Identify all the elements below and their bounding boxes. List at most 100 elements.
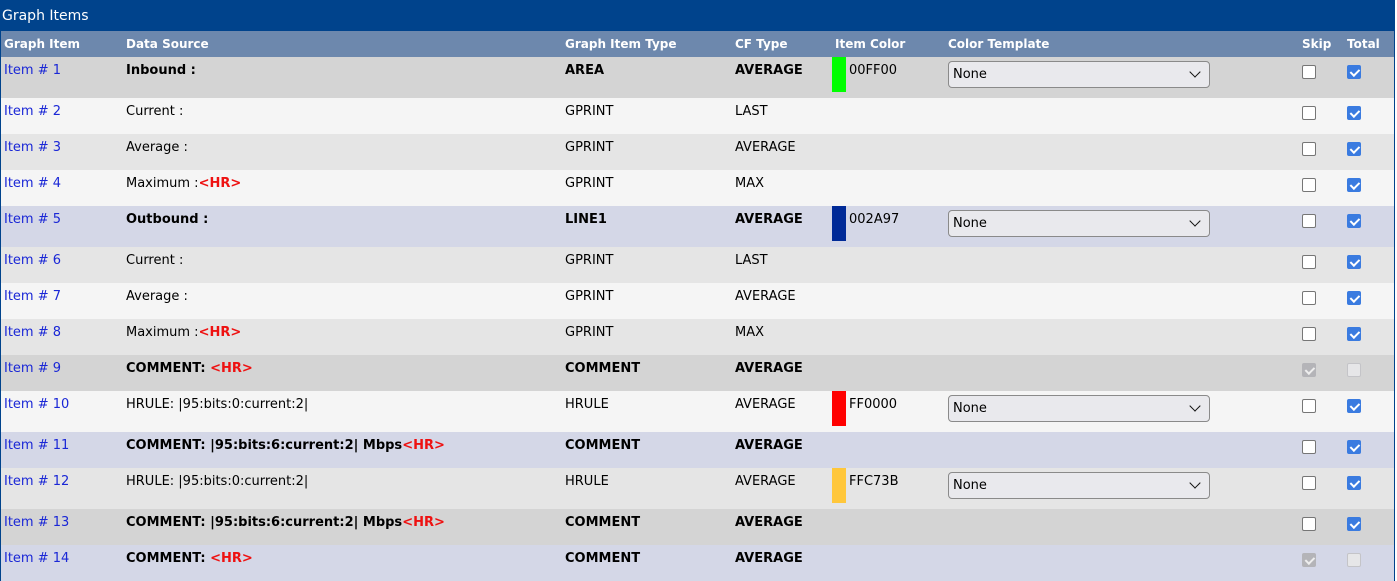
data-source-text: Outbound : xyxy=(126,212,209,227)
graph-item-type: GPRINT xyxy=(562,247,732,283)
total-cell xyxy=(1344,98,1394,134)
total-checkbox[interactable] xyxy=(1347,327,1361,341)
data-source-text: COMMENT: xyxy=(126,361,211,376)
graph-item-link[interactable]: Item # 12 xyxy=(4,474,69,489)
graph-item-row: Item # 12 HRULE: |95:bits:0:current:2| H… xyxy=(1,468,1394,509)
color-template-select[interactable]: None xyxy=(948,395,1210,422)
color-template-cell xyxy=(945,545,1299,581)
data-source-cell: COMMENT: <HR> xyxy=(123,545,562,581)
color-swatch xyxy=(832,391,846,426)
total-checkbox[interactable] xyxy=(1347,214,1361,228)
color-template-select[interactable]: None xyxy=(948,61,1210,88)
col-header-graph-item[interactable]: Graph Item xyxy=(1,31,123,57)
skip-checkbox[interactable] xyxy=(1302,255,1316,269)
hr-tag: <HR> xyxy=(210,551,253,566)
color-swatch xyxy=(832,468,846,503)
graph-item-link[interactable]: Item # 4 xyxy=(4,176,61,191)
graph-item-type: COMMENT xyxy=(562,509,732,545)
skip-cell xyxy=(1299,545,1344,581)
graph-item-type: GPRINT xyxy=(562,170,732,206)
skip-checkbox[interactable] xyxy=(1302,142,1316,156)
skip-checkbox[interactable] xyxy=(1302,517,1316,531)
graph-item-link[interactable]: Item # 11 xyxy=(4,438,69,453)
skip-checkbox[interactable] xyxy=(1302,399,1316,413)
total-checkbox[interactable] xyxy=(1347,476,1361,490)
graph-item-row: Item # 13 COMMENT: |95:bits:6:current:2|… xyxy=(1,509,1394,545)
chevron-down-icon xyxy=(1189,215,1201,227)
color-swatch xyxy=(832,57,846,92)
skip-cell xyxy=(1299,134,1344,170)
color-template-cell xyxy=(945,355,1299,391)
graph-items-panel: Graph Items Graph Item Data Source Graph… xyxy=(0,0,1395,581)
skip-checkbox[interactable] xyxy=(1302,327,1316,341)
col-header-cf-type[interactable]: CF Type xyxy=(732,31,832,57)
skip-checkbox[interactable] xyxy=(1302,291,1316,305)
cf-type: AVERAGE xyxy=(732,509,832,545)
item-color-cell: FF0000 xyxy=(832,391,945,432)
graph-item-row: Item # 11 COMMENT: |95:bits:6:current:2|… xyxy=(1,432,1394,468)
data-source-text: Average : xyxy=(126,289,188,304)
item-color-cell xyxy=(832,509,945,545)
total-checkbox[interactable] xyxy=(1347,255,1361,269)
skip-checkbox[interactable] xyxy=(1302,214,1316,228)
skip-checkbox[interactable] xyxy=(1302,476,1316,490)
total-checkbox[interactable] xyxy=(1347,440,1361,454)
graph-item-cell: Item # 5 xyxy=(1,206,123,247)
skip-checkbox[interactable] xyxy=(1302,65,1316,79)
total-checkbox[interactable] xyxy=(1347,517,1361,531)
graph-item-link[interactable]: Item # 14 xyxy=(4,551,69,566)
cf-type: AVERAGE xyxy=(732,391,832,432)
graph-item-type: AREA xyxy=(562,57,732,98)
cf-type: AVERAGE xyxy=(732,283,832,319)
color-template-cell: None xyxy=(945,391,1299,432)
skip-checkbox[interactable] xyxy=(1302,106,1316,120)
graph-item-row: Item # 14 COMMENT: <HR> COMMENT AVERAGE xyxy=(1,545,1394,581)
graph-item-link[interactable]: Item # 5 xyxy=(4,212,61,227)
col-header-data-source[interactable]: Data Source xyxy=(123,31,562,57)
color-template-cell xyxy=(945,509,1299,545)
graph-item-link[interactable]: Item # 10 xyxy=(4,397,69,412)
item-color-cell xyxy=(832,319,945,355)
cf-type: AVERAGE xyxy=(732,206,832,247)
total-checkbox[interactable] xyxy=(1347,291,1361,305)
col-header-total[interactable]: Total xyxy=(1344,31,1394,57)
skip-cell xyxy=(1299,206,1344,247)
graph-item-link[interactable]: Item # 1 xyxy=(4,63,61,78)
graph-item-link[interactable]: Item # 2 xyxy=(4,104,61,119)
skip-checkbox xyxy=(1302,553,1316,567)
total-checkbox[interactable] xyxy=(1347,399,1361,413)
color-template-select[interactable]: None xyxy=(948,472,1210,499)
total-cell xyxy=(1344,432,1394,468)
skip-checkbox[interactable] xyxy=(1302,440,1316,454)
graph-item-link[interactable]: Item # 7 xyxy=(4,289,61,304)
graph-item-link[interactable]: Item # 13 xyxy=(4,515,69,530)
total-checkbox[interactable] xyxy=(1347,178,1361,192)
hr-tag: <HR> xyxy=(402,438,445,453)
col-header-graph-item-type[interactable]: Graph Item Type xyxy=(562,31,732,57)
data-source-cell: HRULE: |95:bits:0:current:2| xyxy=(123,391,562,432)
item-color-cell: 002A97 xyxy=(832,206,945,247)
graph-item-link[interactable]: Item # 8 xyxy=(4,325,61,340)
total-checkbox[interactable] xyxy=(1347,142,1361,156)
total-cell xyxy=(1344,509,1394,545)
color-template-select[interactable]: None xyxy=(948,210,1210,237)
data-source-text: Current : xyxy=(126,104,184,119)
col-header-color-template[interactable]: Color Template xyxy=(945,31,1299,57)
graph-item-link[interactable]: Item # 3 xyxy=(4,140,61,155)
col-header-skip[interactable]: Skip xyxy=(1299,31,1344,57)
data-source-cell: COMMENT: |95:bits:6:current:2| Mbps<HR> xyxy=(123,432,562,468)
total-checkbox[interactable] xyxy=(1347,106,1361,120)
skip-checkbox[interactable] xyxy=(1302,178,1316,192)
graph-item-cell: Item # 2 xyxy=(1,98,123,134)
graph-item-row: Item # 5 Outbound : LINE1 AVERAGE 002A97… xyxy=(1,206,1394,247)
graph-item-link[interactable]: Item # 6 xyxy=(4,253,61,268)
col-header-item-color[interactable]: Item Color xyxy=(832,31,945,57)
color-template-cell xyxy=(945,170,1299,206)
data-source-text: Average : xyxy=(126,140,188,155)
total-cell xyxy=(1344,391,1394,432)
data-source-text: COMMENT: xyxy=(126,551,211,566)
total-checkbox[interactable] xyxy=(1347,65,1361,79)
data-source-text: Maximum : xyxy=(126,325,199,340)
data-source-text: COMMENT: |95:bits:6:current:2| Mbps xyxy=(126,515,403,530)
graph-item-link[interactable]: Item # 9 xyxy=(4,361,61,376)
